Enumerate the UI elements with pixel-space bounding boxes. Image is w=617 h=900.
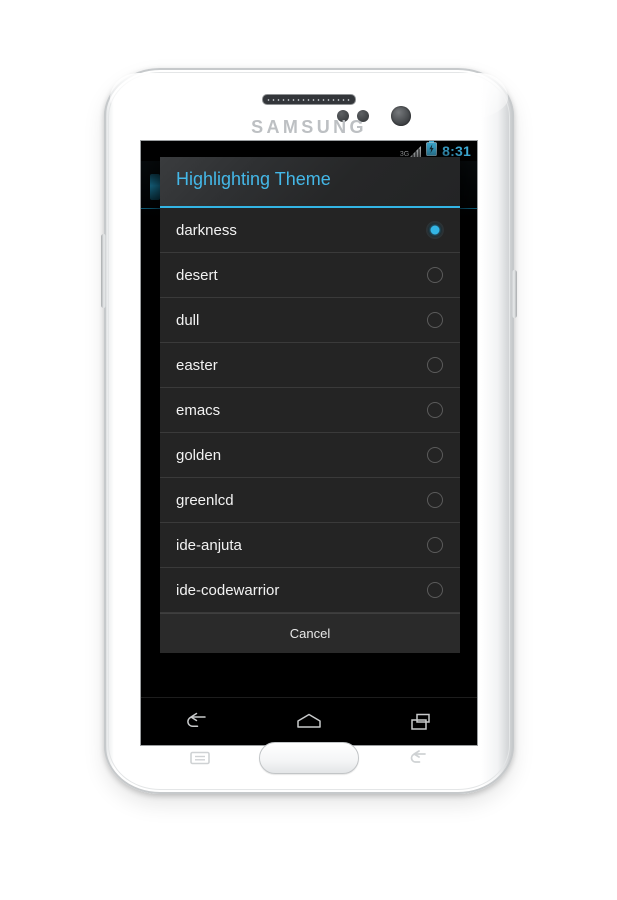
- theme-option-label: emacs: [176, 401, 221, 419]
- theme-option-label: greenlcd: [176, 491, 234, 509]
- radio-button-ide-codewarrior[interactable]: [427, 582, 443, 598]
- highlighting-theme-dialog: Highlighting Theme darkness desert dull …: [160, 157, 460, 653]
- phone-device: SAMSUNG 3G 8:31 Highlighting Theme darkn…: [101, 68, 517, 794]
- radio-button-dull[interactable]: [427, 312, 443, 328]
- theme-option-greenlcd[interactable]: greenlcd: [160, 478, 460, 523]
- dialog-title-bar: Highlighting Theme: [160, 157, 460, 208]
- nav-home-button[interactable]: [282, 705, 336, 739]
- radio-button-greenlcd[interactable]: [427, 492, 443, 508]
- cancel-button-label: Cancel: [289, 626, 331, 641]
- radio-button-ide-anjuta[interactable]: [427, 537, 443, 553]
- theme-option-ide-codewarrior[interactable]: ide-codewarrior: [160, 568, 460, 613]
- theme-option-label: easter: [176, 356, 218, 374]
- signal-bars-icon: 3G: [400, 144, 423, 158]
- theme-option-easter[interactable]: easter: [160, 343, 460, 388]
- cancel-button[interactable]: Cancel: [160, 613, 460, 653]
- earpiece-speaker: [262, 94, 356, 105]
- brand-logo: SAMSUNG: [251, 117, 367, 137]
- theme-option-label: darkness: [176, 221, 237, 239]
- back-key-icon[interactable]: [408, 750, 430, 766]
- theme-option-ide-anjuta[interactable]: ide-anjuta: [160, 523, 460, 568]
- theme-option-dull[interactable]: dull: [160, 298, 460, 343]
- theme-option-darkness[interactable]: darkness: [160, 208, 460, 253]
- power-button[interactable]: [512, 270, 517, 318]
- home-button[interactable]: [259, 742, 359, 774]
- volume-rocker-button[interactable]: [101, 234, 106, 308]
- theme-option-emacs[interactable]: emacs: [160, 388, 460, 433]
- radio-button-desert[interactable]: [427, 267, 443, 283]
- phone-screen: 3G 8:31 Highlighting Theme darkness dese…: [140, 140, 478, 746]
- theme-option-golden[interactable]: golden: [160, 433, 460, 478]
- theme-option-label: dull: [176, 311, 200, 329]
- radio-button-easter[interactable]: [427, 357, 443, 373]
- theme-option-list[interactable]: darkness desert dull easter emacs golden…: [160, 208, 460, 613]
- speaker-grille: [266, 97, 352, 102]
- theme-option-label: ide-codewarrior: [176, 581, 280, 599]
- radio-button-darkness[interactable]: [427, 222, 443, 238]
- radio-button-emacs[interactable]: [427, 402, 443, 418]
- theme-option-label: desert: [176, 266, 218, 284]
- radio-button-golden[interactable]: [427, 447, 443, 463]
- background-app-icon: [150, 174, 160, 200]
- theme-option-label: ide-anjuta: [176, 536, 242, 554]
- menu-key-icon[interactable]: [190, 751, 210, 765]
- dialog-title: Highlighting Theme: [176, 169, 331, 189]
- nav-back-button[interactable]: [170, 705, 224, 739]
- theme-option-label: golden: [176, 446, 222, 464]
- android-nav-bar: [141, 697, 477, 745]
- nav-recent-apps-button[interactable]: [394, 705, 448, 739]
- theme-option-desert[interactable]: desert: [160, 253, 460, 298]
- front-camera-icon: [391, 106, 411, 126]
